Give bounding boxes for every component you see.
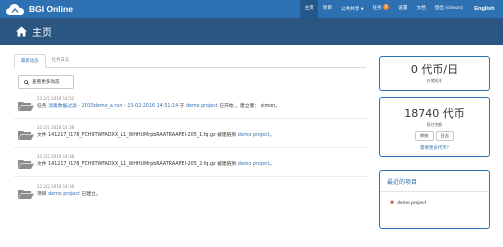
nav-logout[interactable]: 登出 (simon) — [430, 0, 467, 18]
nav-tasks-label: 任务 — [372, 6, 382, 11]
feed-text-part: 文件 141217_I178_FCH9TWFADXX_L1_WHHUMrpbRA… — [37, 162, 238, 167]
search-icon — [24, 79, 29, 85]
nav-settings[interactable]: 设置 — [394, 0, 412, 18]
nav-tasks[interactable]: 任务 0 — [368, 0, 394, 18]
folder-open-icon — [18, 160, 34, 169]
recent-projects-panel: 最近的项目 ✖ demo project — [379, 170, 490, 229]
log-button[interactable]: 日志 — [435, 131, 454, 141]
balance-label: 既往余额 — [426, 122, 443, 127]
feed-text-part: 任务 — [37, 104, 49, 109]
folder-open-icon — [18, 131, 34, 140]
task-link[interactable]: 消毒数据过滤 - 2015demo_a run - 23-02-2016 14:… — [48, 104, 178, 109]
storage-cost-panel: 0 代币/日 存储成本 — [379, 56, 490, 91]
project-link[interactable]: demo project — [238, 162, 270, 167]
nav-public-share[interactable]: 公共共享 ▼ — [336, 0, 368, 18]
feed-text-part: 。 — [269, 133, 275, 138]
feed-text-part: 于 — [178, 104, 186, 109]
close-x-icon: ✖ — [390, 200, 395, 206]
feed-text: 项目 demo project 已建立。 — [37, 190, 101, 197]
balance-value: 18740 代币 — [404, 107, 465, 120]
storage-cost-value: 0 代币/日 — [410, 63, 459, 76]
cloud-logo-icon — [6, 3, 24, 15]
top-navbar: BGI Online 主页 项目 公共共享 ▼ 任务 0 设置 文档 登出 (si… — [0, 0, 503, 18]
view-more-activity-button[interactable]: 查看更多动态 — [18, 75, 74, 89]
recent-projects-title: 最近的项目 — [380, 171, 489, 192]
page-title: 主页 — [32, 28, 52, 39]
balance-actions: 转账 日志 — [380, 131, 489, 141]
feed-text: 文件 141217_I178_FCH9TWFADXX_L1_WHHUMrpbRA… — [37, 131, 274, 138]
feed-text-part: 已开始 。建立者： simon。 — [217, 104, 281, 109]
storage-cost-label: 存储成本 — [426, 78, 443, 83]
recent-project-item[interactable]: ✖ demo project — [380, 192, 489, 214]
task-count-badge: 0 — [382, 4, 390, 10]
caret-down-icon: ▼ — [360, 7, 364, 11]
divider — [14, 147, 368, 148]
feed-text: 任务 消毒数据过滤 - 2015demo_a run - 23-02-2016 … — [37, 102, 280, 109]
feed-text-part: 文件 141217_I178_FCH9TWFADXX_L1_WHHUMrpbRA… — [37, 133, 238, 138]
activity-tabs: 最新动态 任务日志 — [14, 54, 366, 68]
project-link[interactable]: demo project — [186, 104, 218, 109]
home-icon — [16, 26, 27, 37]
tab-latest-activity[interactable]: 最新动态 — [14, 54, 46, 68]
brand-name: BGI Online — [29, 4, 73, 14]
project-link[interactable]: demo project — [238, 133, 270, 138]
need-more-tokens-link[interactable]: 需要更多代币? — [380, 145, 489, 151]
top-nav-menu: 主页 项目 公共共享 ▼ 任务 0 设置 文档 登出 (simon) Englis… — [300, 0, 499, 18]
feed-text-part: 已建立。 — [79, 192, 101, 197]
feed-text-part: 项目 — [37, 192, 49, 197]
balance-panel: 18740 代币 既往余额 转账 日志 需要更多代币? — [379, 97, 490, 157]
nav-docs[interactable]: 文档 — [412, 0, 430, 18]
folder-open-icon — [18, 190, 34, 199]
recent-project-name: demo project — [397, 200, 427, 206]
folder-open-icon — [18, 102, 34, 111]
tab-task-log[interactable]: 任务日志 — [46, 54, 76, 68]
feed-text-part: 。 — [269, 162, 275, 167]
nav-language-english[interactable]: English — [467, 0, 499, 18]
nav-home[interactable]: 主页 — [300, 0, 319, 18]
nav-public-share-label: 公共共享 — [340, 7, 360, 12]
brand[interactable]: BGI Online — [6, 2, 73, 16]
page-header: 主页 — [0, 18, 503, 45]
project-link[interactable]: demo project — [48, 192, 80, 197]
transfer-button[interactable]: 转账 — [415, 131, 434, 141]
view-more-activity-label: 查看更多动态 — [32, 80, 60, 85]
divider — [14, 176, 368, 177]
feed-text: 文件 141217_I178_FCH9TWFADXX_L1_WHHUMrpbRA… — [37, 160, 274, 167]
nav-projects[interactable]: 项目 — [318, 0, 336, 18]
divider — [14, 118, 368, 119]
